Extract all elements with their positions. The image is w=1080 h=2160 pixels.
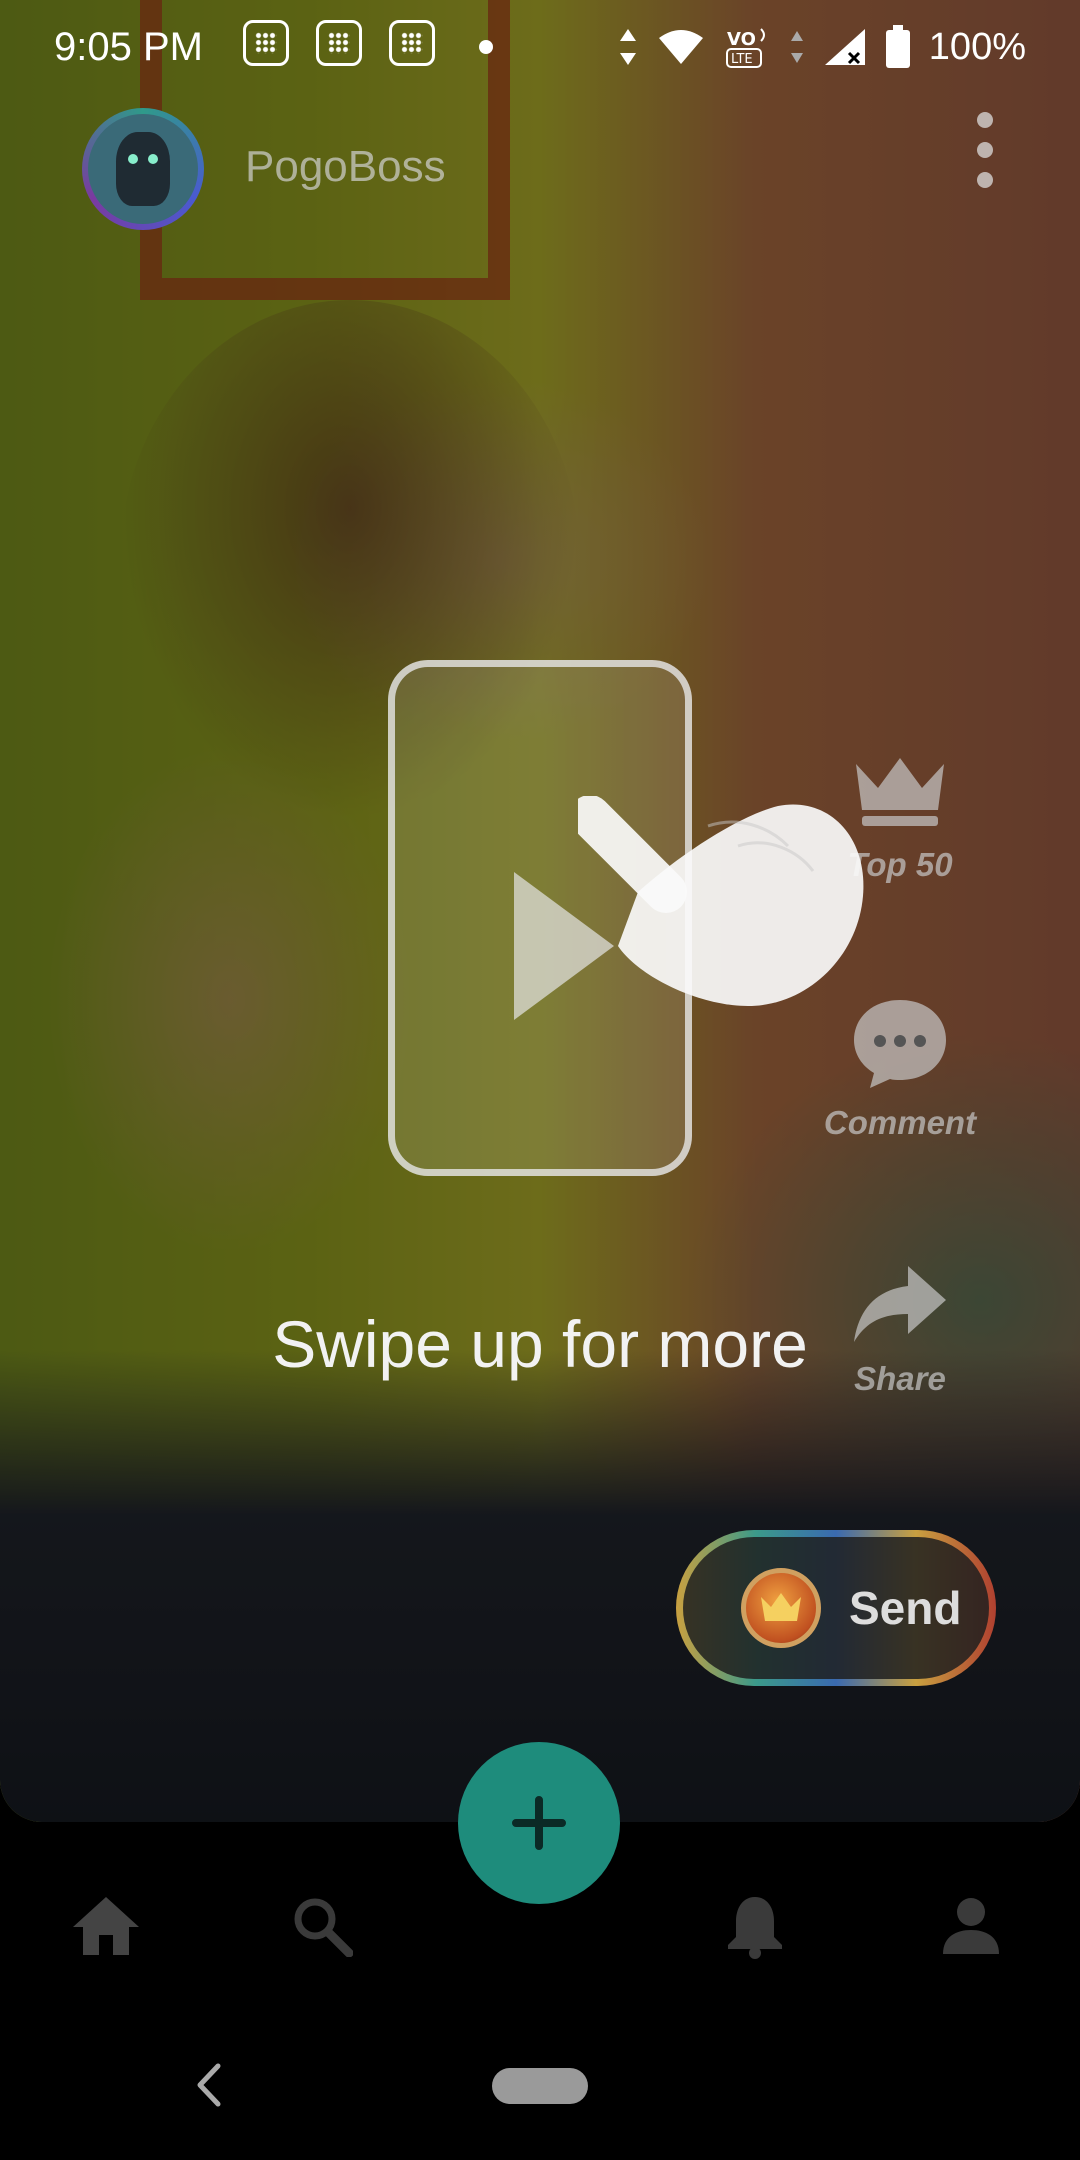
volte-icon: VO LTE: [725, 28, 765, 68]
comment-button[interactable]: Comment: [810, 996, 990, 1142]
battery-percent: 100%: [928, 25, 1026, 68]
nav-home[interactable]: [66, 1886, 146, 1966]
system-back-icon[interactable]: [188, 2060, 228, 2110]
plus-icon: [512, 1796, 566, 1850]
nav-search[interactable]: [282, 1886, 362, 1966]
notification-icon: [316, 20, 362, 66]
send-gift-button[interactable]: Send: [676, 1530, 996, 1686]
crown-coin-icon: [741, 1568, 821, 1648]
swipe-hand-icon: [578, 796, 864, 1006]
person-icon: [943, 1898, 999, 1954]
dot-icon: [479, 40, 493, 54]
create-post-button[interactable]: [458, 1742, 620, 1904]
username[interactable]: PogoBoss: [245, 142, 446, 192]
swipe-up-hint: Swipe up for more: [272, 1307, 808, 1381]
avatar-image: [116, 132, 170, 206]
svg-text:VO: VO: [727, 29, 756, 50]
wifi-icon: [658, 30, 703, 64]
notification-icon: [389, 20, 435, 66]
system-home-pill[interactable]: [492, 2068, 588, 2104]
svg-text:LTE: LTE: [731, 52, 753, 67]
status-time: 9:05 PM: [54, 25, 203, 69]
signal-icon: [824, 29, 865, 65]
more-vert-icon[interactable]: [970, 112, 1000, 188]
send-label: Send: [849, 1582, 962, 1634]
avatar[interactable]: [82, 108, 204, 230]
comment-label: Comment: [823, 1104, 977, 1141]
data-arrows-icon: [790, 31, 803, 63]
status-bar: 9:05 PM VO LTE 100%: [0, 0, 1080, 96]
search-icon: [294, 1898, 353, 1957]
nav-profile[interactable]: [931, 1886, 1011, 1966]
bell-icon: [728, 1897, 782, 1959]
home-icon: [73, 1897, 139, 1955]
notification-icon: [243, 20, 289, 66]
nav-notifications[interactable]: [715, 1886, 795, 1966]
data-arrows-icon: [619, 29, 636, 65]
battery-icon: [885, 25, 910, 68]
